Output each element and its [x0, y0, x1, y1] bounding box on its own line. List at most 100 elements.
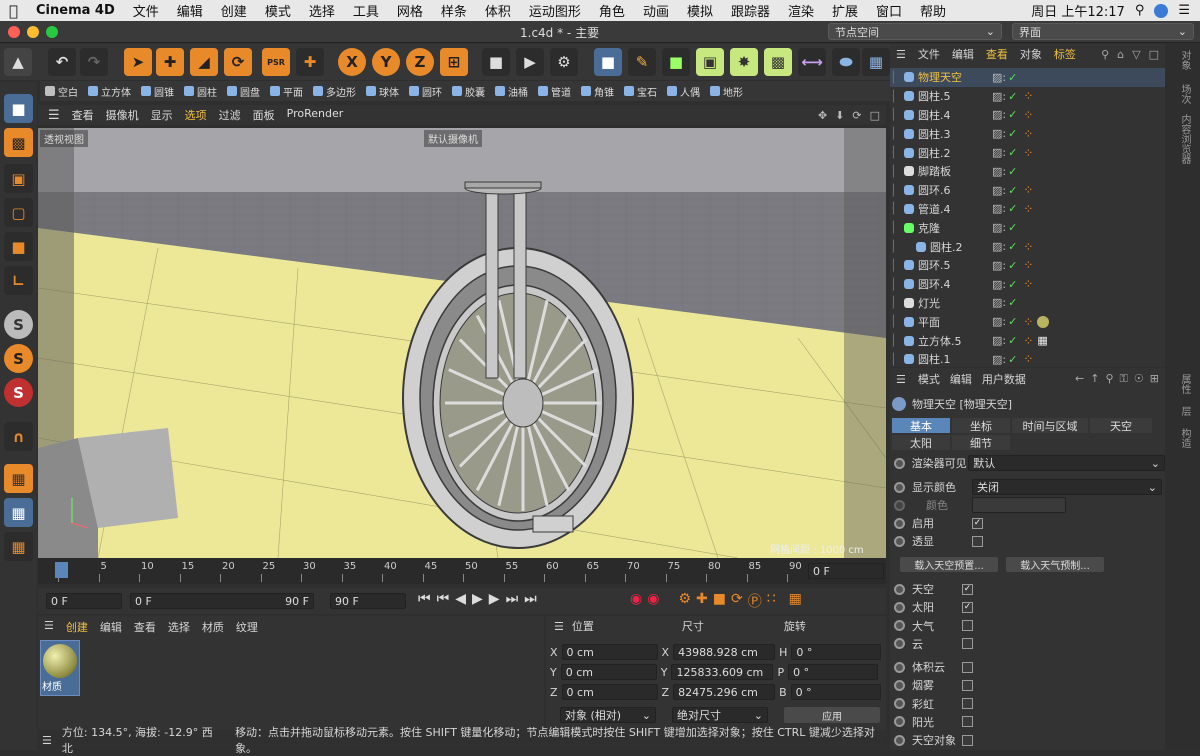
make-editable-icon[interactable]: ■: [4, 94, 33, 123]
enabled-check-icon[interactable]: ✓: [1008, 165, 1017, 178]
size-field[interactable]: 82475.296 cm: [673, 684, 776, 700]
primitive-3[interactable]: 圆锥: [136, 84, 179, 99]
snap-icon[interactable]: ⬬: [832, 48, 860, 76]
checkbox[interactable]: [962, 679, 973, 691]
enabled-check-icon[interactable]: ✓: [1008, 71, 1017, 84]
control-center-icon[interactable]: ☰: [1178, 3, 1190, 18]
key-pla-icon[interactable]: ∷: [767, 591, 776, 611]
menu-item[interactable]: 角色: [590, 1, 634, 20]
polygons-mode-icon[interactable]: ▩: [764, 48, 792, 76]
checkbox[interactable]: ✓: [962, 583, 973, 595]
side-tab-takes[interactable]: 场次: [1177, 84, 1192, 104]
checkbox[interactable]: [962, 620, 973, 632]
primitive-1[interactable]: 空白: [40, 84, 83, 99]
snap-s-orange-icon[interactable]: S: [4, 344, 33, 373]
key-param-icon[interactable]: Ⓟ: [748, 591, 762, 611]
play-icon[interactable]: ▶: [472, 591, 483, 607]
undo-icon[interactable]: ↶: [48, 48, 76, 76]
anim-radio-icon[interactable]: [894, 716, 905, 728]
search-icon[interactable]: ⚲: [1135, 3, 1145, 18]
render-visible-select[interactable]: 默认 ⌄: [968, 455, 1166, 471]
primitive-4[interactable]: 圆柱: [179, 84, 222, 99]
rotation-field[interactable]: 0 °: [790, 684, 881, 700]
material-tag-icon[interactable]: [1037, 315, 1050, 328]
target-icon[interactable]: ☉: [1134, 372, 1144, 386]
enabled-check-icon[interactable]: ✓: [1008, 315, 1017, 328]
enabled-check-icon[interactable]: ✓: [1008, 334, 1017, 347]
visibility-toggle[interactable]: ▨:: [992, 278, 1006, 291]
visibility-toggle[interactable]: ▨:: [992, 315, 1006, 328]
tab-basic[interactable]: 基本: [892, 418, 950, 433]
polygons-tool-icon[interactable]: ■: [4, 232, 33, 261]
menu-item[interactable]: 渲染: [779, 1, 823, 20]
sculpt-mode-icon[interactable]: ✎: [628, 48, 656, 76]
menu-item[interactable]: 扩展: [823, 1, 867, 20]
visibility-toggle[interactable]: ▨:: [992, 184, 1006, 197]
zoom-window-button[interactable]: [46, 26, 58, 38]
object-menu-item[interactable]: 编辑: [952, 46, 974, 62]
node-space-select[interactable]: 节点空间 ⌄: [828, 23, 1002, 40]
menu-item[interactable]: 帮助: [911, 1, 955, 20]
start-frame-field[interactable]: 0 F: [46, 593, 122, 609]
autokey-icon[interactable]: ◉: [647, 591, 659, 611]
object-row[interactable]: │ 圆柱.1 ▨: ✓ ⁘: [890, 350, 1165, 367]
minimize-window-button[interactable]: [27, 26, 39, 38]
home-icon[interactable]: ⌂: [1117, 48, 1124, 61]
primitive-13[interactable]: 角锥: [576, 84, 619, 99]
anim-radio-icon[interactable]: [894, 481, 905, 493]
object-row[interactable]: │ 物理天空 ▨: ✓: [890, 68, 1165, 87]
enabled-check-icon[interactable]: ✓: [1008, 127, 1017, 140]
viewport-menu-item[interactable]: 查看: [72, 107, 94, 123]
menu-item[interactable]: 选择: [300, 1, 344, 20]
axis-mode-icon[interactable]: ⟷: [798, 48, 826, 76]
menu-item[interactable]: 窗口: [867, 1, 911, 20]
tab-time-location[interactable]: 时间与区域: [1012, 418, 1088, 433]
size-mode-select[interactable]: 绝对尺寸 ⌄: [672, 707, 768, 723]
hamburger-icon[interactable]: ☰: [554, 620, 564, 633]
x-axis-lock-icon[interactable]: X: [338, 48, 366, 76]
viewport-menu-item[interactable]: 面板: [253, 107, 275, 123]
anim-radio-icon[interactable]: [894, 698, 905, 710]
material-menu-item[interactable]: 查看: [134, 619, 156, 635]
anim-radio-icon[interactable]: [894, 601, 905, 613]
add-icon[interactable]: ⊞: [1150, 372, 1159, 386]
axis-tool-icon[interactable]: ∟: [4, 266, 33, 295]
viewport-menu-item[interactable]: 摄像机: [106, 107, 139, 123]
menu-item[interactable]: 创建: [212, 1, 256, 20]
menu-item[interactable]: 工具: [344, 1, 388, 20]
redo-icon[interactable]: ↷: [80, 48, 108, 76]
points-tool-icon[interactable]: ▣: [4, 164, 33, 193]
transparent-checkbox[interactable]: [972, 535, 983, 547]
close-window-button[interactable]: [8, 26, 20, 38]
key-selection-icon[interactable]: ⚙: [678, 591, 691, 611]
texture-mode-icon[interactable]: ■: [662, 48, 690, 76]
load-sky-preset-button[interactable]: 载入天空预置...: [900, 557, 998, 572]
object-row[interactable]: │ 圆柱.3 ▨: ✓ ⁘: [890, 124, 1165, 143]
lock-icon[interactable]: ⚿: [1120, 372, 1128, 386]
material-menu-item[interactable]: 编辑: [100, 619, 122, 635]
primitive-5[interactable]: 圆盘: [222, 84, 265, 99]
visibility-toggle[interactable]: ▨:: [992, 108, 1006, 121]
end-frame-field[interactable]: 90 F: [330, 593, 406, 609]
3d-viewport[interactable]: 透视视图 默认摄像机 网格间距 : 1000 cm: [38, 128, 886, 558]
snap-s-red-icon[interactable]: S: [4, 378, 33, 407]
enabled-check-icon[interactable]: ✓: [1008, 278, 1017, 291]
viewport-menu-item[interactable]: 显示: [151, 107, 173, 123]
tab-details[interactable]: 细节: [952, 435, 1010, 450]
object-row[interactable]: │ 圆柱.4 ▨: ✓ ⁘: [890, 106, 1165, 125]
enabled-check-icon[interactable]: ✓: [1008, 90, 1017, 103]
visibility-toggle[interactable]: ▨:: [992, 353, 1006, 366]
visibility-toggle[interactable]: ▨:: [992, 296, 1006, 309]
material-menu-item[interactable]: 纹理: [236, 619, 258, 635]
position-field[interactable]: 0 cm: [560, 664, 657, 680]
go-to-start-icon[interactable]: ⏮: [418, 591, 431, 607]
visibility-toggle[interactable]: ▨:: [992, 259, 1006, 272]
material-menu-item[interactable]: 材质: [202, 619, 224, 635]
hamburger-icon[interactable]: ☰: [896, 373, 906, 386]
checkbox[interactable]: [962, 698, 973, 710]
enabled-check-icon[interactable]: ✓: [1008, 259, 1017, 272]
viewport-menu-item[interactable]: ProRender: [287, 107, 344, 123]
hamburger-icon[interactable]: ☰: [48, 108, 60, 123]
apple-icon[interactable]: : [0, 2, 27, 20]
load-weather-preset-button[interactable]: 载入天气预制...: [1006, 557, 1104, 572]
